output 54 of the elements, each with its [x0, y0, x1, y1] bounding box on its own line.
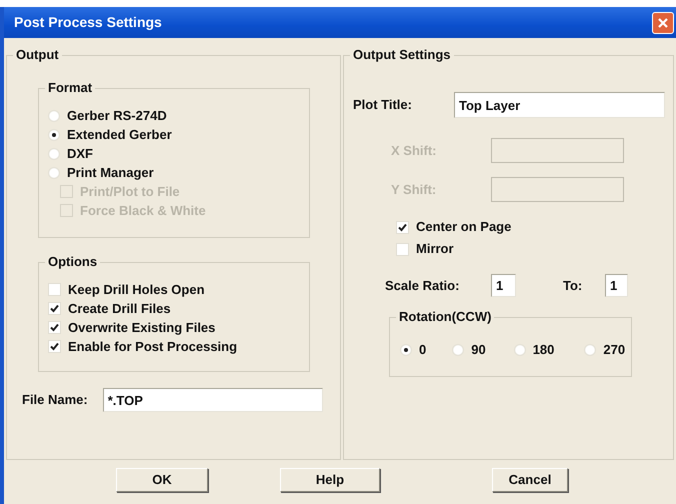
radio-label: Print Manager [67, 164, 154, 182]
radio-option[interactable]: Gerber RS-274D [48, 106, 309, 125]
window-title: Post Process Settings [14, 13, 162, 32]
group-title: Output Settings [350, 47, 454, 63]
group-title: Options [45, 254, 100, 270]
radio-button[interactable] [48, 128, 60, 140]
radio-option[interactable]: 270 [584, 340, 626, 359]
dialog-button[interactable]: Help [280, 468, 380, 492]
dialog-button[interactable]: Cancel [492, 468, 568, 492]
radio-button[interactable] [584, 344, 596, 356]
field-label: Scale Ratio: [385, 276, 460, 295]
radio-label: 0 [419, 340, 426, 359]
checkbox[interactable] [396, 242, 409, 256]
field-label: To: [563, 276, 584, 295]
dialog-button[interactable]: OK [116, 468, 208, 492]
radio-option[interactable]: DXF [48, 144, 309, 163]
field-label: File Name: [22, 391, 88, 410]
checkbox-label: Enable for Post Processing [68, 338, 238, 356]
checkbox[interactable] [48, 340, 61, 353]
radio-label: Extended Gerber [67, 126, 172, 144]
checkbox[interactable] [396, 220, 409, 234]
radio-label: DXF [67, 144, 93, 163]
radio-button[interactable] [48, 166, 60, 178]
radio-button[interactable] [400, 344, 412, 356]
scale-to-field[interactable]: 1 [605, 274, 628, 297]
radio-label: Gerber RS-274D [67, 106, 167, 125]
checkbox-label: Create Drill Files [68, 300, 171, 318]
scale-ratio-field[interactable]: 1 [491, 274, 516, 297]
field-label: Plot Title: [353, 96, 413, 114]
checkbox[interactable] [48, 321, 61, 334]
checkbox-label: Mirror [416, 240, 454, 258]
radio-button[interactable] [514, 344, 526, 356]
checkbox-label: Keep Drill Holes Open [68, 280, 205, 299]
close-button[interactable] [652, 12, 674, 34]
radio-option[interactable]: Print Manager [48, 163, 309, 182]
radio-label: 270 [603, 340, 626, 359]
checkbox-label: Overwrite Existing Files [68, 318, 216, 337]
checkbox[interactable] [48, 283, 61, 296]
radio-button[interactable] [48, 148, 60, 160]
radio-label: 180 [532, 340, 554, 359]
group-title: Output [13, 47, 62, 63]
checkbox[interactable] [48, 302, 61, 315]
checkbox-label: Center on Page [416, 218, 512, 236]
close-icon [657, 16, 669, 28]
radio-button[interactable] [48, 110, 60, 122]
radio-option[interactable]: Extended Gerber [48, 125, 309, 144]
radio-option[interactable]: 180 [514, 340, 554, 359]
file-name-field[interactable]: *.TOP [102, 388, 323, 412]
radio-option[interactable]: 90 [452, 340, 486, 359]
radio-label: 90 [471, 340, 486, 359]
group-title: Rotation(CCW) [396, 309, 494, 325]
radio-button[interactable] [452, 344, 464, 356]
plot-title-field[interactable]: Top Layer [454, 92, 665, 118]
radio-option[interactable]: 0 [400, 340, 426, 359]
